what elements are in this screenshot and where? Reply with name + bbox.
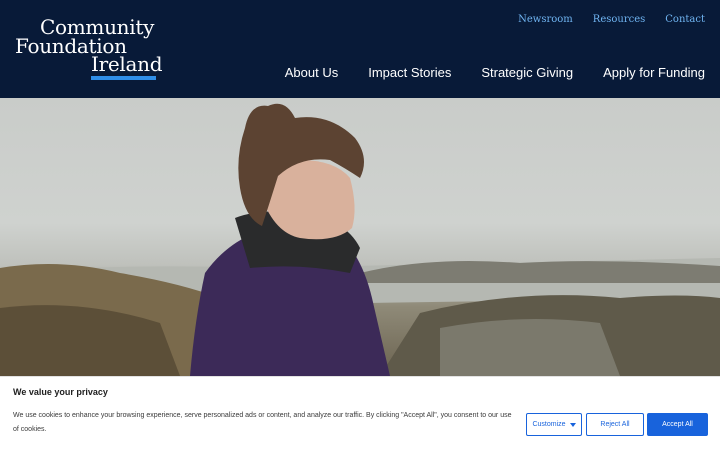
main-nav: About Us Impact Stories Strategic Giving… [285, 65, 705, 80]
nav-link-contact[interactable]: Contact [665, 14, 705, 25]
nav-link-impact-stories[interactable]: Impact Stories [368, 65, 451, 80]
site-header: Community Foundation Ireland Newsroom Re… [0, 0, 720, 98]
nav-link-resources[interactable]: Resources [593, 14, 645, 25]
logo-underline [91, 76, 156, 80]
site-logo[interactable]: Community Foundation Ireland [15, 17, 165, 83]
logo-text-line3: Ireland [91, 52, 163, 76]
chevron-down-icon [569, 422, 576, 427]
nav-link-about-us[interactable]: About Us [285, 65, 338, 80]
customize-button[interactable]: Customize [526, 413, 582, 436]
cookie-banner-title: We value your privacy [13, 387, 108, 397]
customize-button-label: Customize [532, 421, 566, 428]
cookie-banner-text: We use cookies to enhance your browsing … [13, 412, 512, 433]
utility-nav: Newsroom Resources Contact [518, 14, 705, 25]
reject-all-button[interactable]: Reject All [586, 413, 644, 436]
nav-link-newsroom[interactable]: Newsroom [518, 14, 573, 25]
nav-link-apply-for-funding[interactable]: Apply for Funding [603, 65, 705, 80]
accept-all-button[interactable]: Accept All [647, 413, 708, 436]
hero-image [0, 98, 720, 376]
hero-photo-woman-coast [0, 103, 720, 376]
nav-link-strategic-giving[interactable]: Strategic Giving [481, 65, 573, 80]
